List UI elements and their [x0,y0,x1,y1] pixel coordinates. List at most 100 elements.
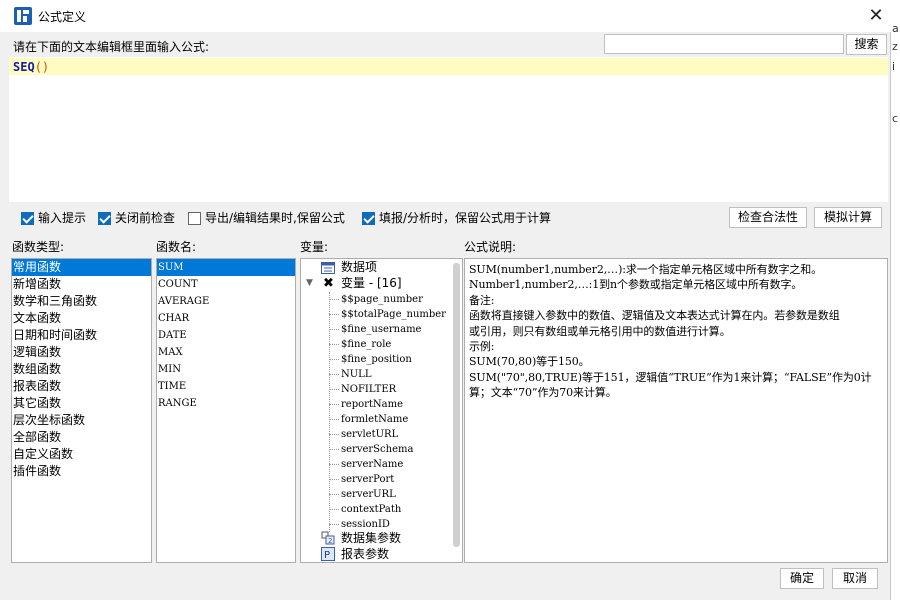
tree-data-items[interactable]: 数据项 [341,260,377,275]
category-list[interactable]: 常用函数 新增函数 数学和三角函数 文本函数 日期和时间函数 逻辑函数 数组函数… [11,258,152,563]
description-line: 备注: [469,293,495,307]
variable-item[interactable]: contextPath [341,502,401,517]
description-line: 算；文本“70”作为70来计算。 [469,386,617,400]
description-line: SUM("70",80,TRUE)等于151，逻辑值“TRUE”作为1来计算；“… [469,370,872,384]
function-item[interactable]: RANGE [157,395,295,412]
search-button[interactable]: 搜索 [846,34,887,55]
variable-item[interactable]: NULL [341,367,371,382]
formula-open-paren: ( [34,60,42,74]
category-item[interactable]: 日期和时间函数 [12,327,151,344]
background-glyph: i [892,60,896,73]
background-window-edge: a z i c [891,0,900,600]
tree-branch-line [329,434,339,435]
variable-item[interactable]: servletURL [341,427,398,442]
variable-item[interactable]: serverSchema [341,442,413,457]
category-item[interactable]: 自定义函数 [12,446,151,463]
function-item[interactable]: AVERAGE [157,293,295,310]
svg-text:P: P [324,550,330,561]
tree-branch-line [329,524,339,525]
tree-branch-line [329,479,339,480]
check-before-close-checkbox[interactable] [98,211,111,225]
app-logo-icon [14,7,32,25]
title-bar: 公式定义 ✕ [0,0,891,32]
function-item[interactable]: TIME [157,378,295,395]
simulate-button[interactable]: 模拟计算 [814,207,882,228]
variable-item[interactable]: $fine_role [341,337,391,352]
variable-item[interactable]: NOFILTER [341,382,396,397]
tree-dataset-params[interactable]: 数据集参数 [341,531,401,546]
close-icon[interactable]: ✕ [862,2,890,30]
chevron-down-icon[interactable]: ▼ [306,276,313,291]
function-item[interactable]: COUNT [157,276,295,293]
category-item[interactable]: 层次坐标函数 [12,412,151,429]
tree-variables-node[interactable]: 变量 - [16] [341,276,402,291]
keep-formula-export-checkbox[interactable] [188,211,201,225]
category-item[interactable]: 报表函数 [12,378,151,395]
dialog-title: 公式定义 [38,10,87,24]
option-label: 导出/编辑结果时,保留公式 [205,211,345,225]
option-check-before-close[interactable]: 关闭前检查 [98,210,175,226]
category-item[interactable]: 常用函数 [12,259,151,276]
description-line: 函数将直接键入参数中的数值、逻辑值及文本表达式计算在内。若参数是数组 [469,309,840,323]
tree-branch-line [329,374,339,375]
tree-guide-line [329,292,330,532]
option-keep-formula-fill[interactable]: 填报/分析时，保留公式用于计算 [362,210,551,226]
formula-prompt-label: 请在下面的文本编辑框里面输入公式: [13,40,210,54]
category-item[interactable]: 数学和三角函数 [12,293,151,310]
option-input-hint[interactable]: 输入提示 [21,210,86,226]
check-validity-button[interactable]: 检查合法性 [729,207,807,228]
variable-item[interactable]: $$totalPage_number [341,307,446,322]
option-label: 填报/分析时，保留公式用于计算 [379,211,552,225]
background-glyph: a [892,22,899,35]
function-item[interactable]: DATE [157,327,295,344]
variable-item[interactable]: serverName [341,457,403,472]
ok-button[interactable]: 确定 [780,568,824,589]
tree-branch-line [329,449,339,450]
variable-item[interactable]: sessionID [341,517,390,532]
variable-item[interactable]: $$page_number [341,292,423,307]
category-item[interactable]: 新增函数 [12,276,151,293]
variable-item[interactable]: serverPort [341,472,394,487]
function-item[interactable]: SUM [157,259,295,276]
variables-icon: ✖ [323,276,334,291]
function-list[interactable]: SUM COUNT AVERAGE CHAR DATE MAX MIN TIME… [156,258,296,563]
category-item[interactable]: 数组函数 [12,361,151,378]
report-params-icon: P [321,547,335,561]
category-item[interactable]: 文本函数 [12,310,151,327]
variable-item[interactable]: $fine_position [341,352,412,367]
description-panel: SUM(number1,number2,…):求一个指定单元格区域中所有数字之和… [464,258,888,563]
tree-branch-line [329,419,339,420]
cancel-button[interactable]: 取消 [832,568,878,589]
category-item[interactable]: 其它函数 [12,395,151,412]
category-item[interactable]: 全部函数 [12,429,151,446]
tree-report-params[interactable]: 报表参数 [341,547,389,562]
search-input[interactable] [604,34,844,54]
categories-header: 函数类型: [12,240,65,254]
option-label: 关闭前检查 [115,211,176,225]
option-keep-formula-export[interactable]: 导出/编辑结果时,保留公式 [188,210,345,226]
functions-header: 函数名: [156,240,197,254]
keep-formula-fill-checkbox[interactable] [362,211,375,225]
category-item[interactable]: 逻辑函数 [12,344,151,361]
tree-branch-line [329,344,339,345]
function-item[interactable]: MIN [157,361,295,378]
tree-branch-line [329,329,339,330]
variable-item[interactable]: reportName [341,397,403,412]
variable-tree[interactable]: 数据项 ▼ ✖ 变量 - [16] $$page_number $$totalPa… [300,258,463,563]
input-hint-checkbox[interactable] [21,211,34,225]
function-item[interactable]: MAX [157,344,295,361]
tree-branch-line [329,299,339,300]
tree-branch-line [329,359,339,360]
formula-text: SEQ() [13,60,49,74]
svg-text:2: 2 [328,537,332,545]
formula-editor[interactable]: SEQ() [9,57,888,202]
option-label: 输入提示 [38,211,87,225]
tree-branch-line [329,314,339,315]
function-item[interactable]: CHAR [157,310,295,327]
variable-item[interactable]: serverURL [341,487,396,502]
variable-item[interactable]: $fine_username [341,322,421,337]
category-item[interactable]: 插件函数 [12,463,151,480]
description-line: SUM(70,80)等于150。 [469,355,590,369]
variable-item[interactable]: formletName [341,412,408,427]
variable-scrollbar[interactable] [453,263,460,547]
